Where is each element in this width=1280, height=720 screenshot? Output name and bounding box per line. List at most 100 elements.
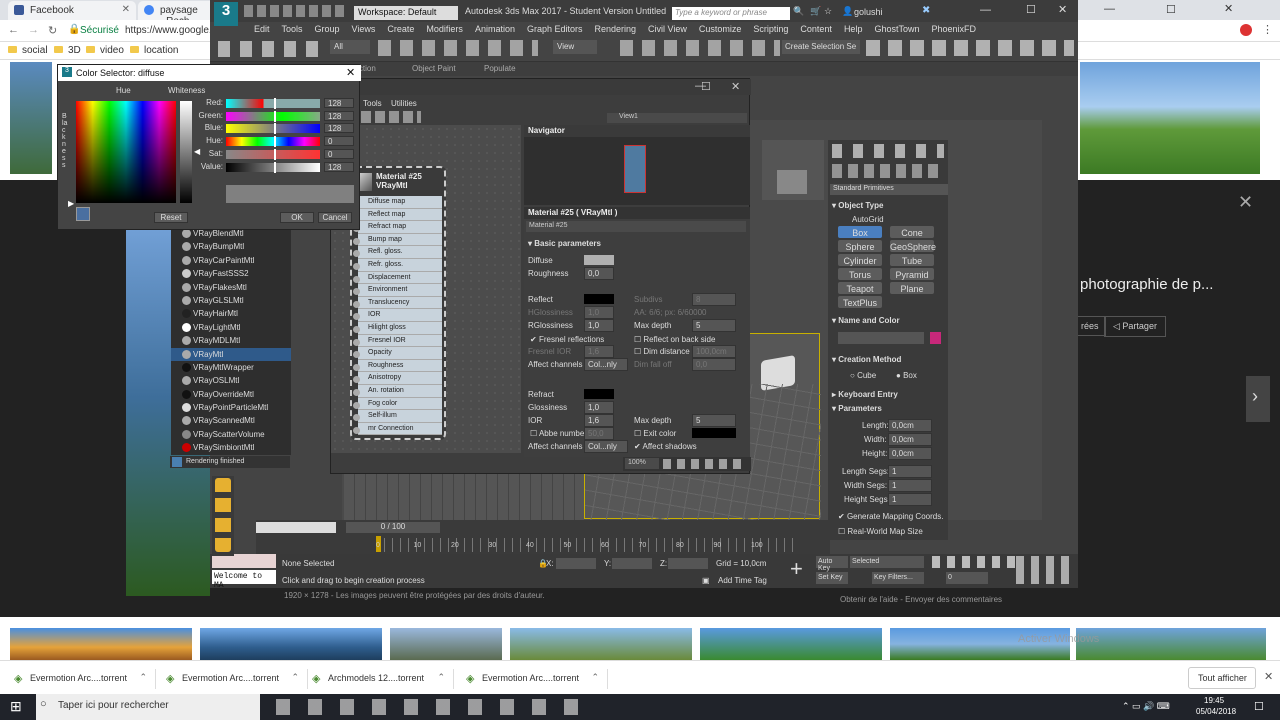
cart-icon[interactable]: 🛒 [810, 6, 821, 17]
primitive-cylinder-button[interactable]: Cylinder [838, 254, 882, 266]
bookmark-video[interactable]: video [86, 45, 124, 56]
thumbnail[interactable] [390, 628, 502, 660]
selection-set-dropdown[interactable]: Create Selection Se [782, 40, 860, 54]
node-slot[interactable]: Bump map [353, 233, 442, 247]
menu-help[interactable]: Help [838, 24, 869, 34]
menu-tools[interactable]: Tools [276, 24, 309, 34]
close-icon[interactable]: ✕ [731, 80, 740, 93]
key-filters-button[interactable]: Key Filters... [872, 572, 924, 584]
tab-facebook[interactable]: Facebook ✕ [8, 1, 136, 20]
track-bar[interactable] [376, 538, 796, 552]
menu-icon[interactable]: ⋮ [1262, 23, 1273, 36]
affect-channels-dropdown[interactable]: Col...nly [584, 358, 628, 371]
ribbon-tab-object-paint[interactable]: Object Paint [412, 64, 456, 73]
max-depth-spinner[interactable]: 5 [692, 319, 736, 332]
maximize-icon[interactable]: ☐ [701, 80, 711, 93]
snap-tool-icons[interactable] [620, 40, 780, 56]
top-viewport[interactable] [762, 140, 824, 200]
maxscript-input[interactable]: Welcome to MA [212, 570, 276, 590]
user-icon[interactable]: 👤 [842, 6, 853, 17]
material-list-item[interactable]: VRayMtlWrapper [171, 361, 291, 374]
abbe-checkbox[interactable]: ☐ Abbe number [530, 429, 587, 438]
taskbar-search[interactable]: ○ Taper ici pour rechercher [36, 694, 260, 720]
color-row-value[interactable]: 128 [324, 98, 354, 108]
reset-button[interactable]: Reset [154, 212, 188, 223]
primitive-teapot-button[interactable]: Teapot [838, 282, 882, 294]
rollout-object-type[interactable]: ▾ Object Type [832, 201, 883, 210]
create-category-icons[interactable] [832, 164, 944, 178]
download-item[interactable]: ◈ Evermotion Arc....torrent ⌃ [160, 669, 308, 689]
chevron-up-icon[interactable]: ⌃ [437, 672, 445, 683]
primitive-cone-button[interactable]: Cone [890, 226, 934, 238]
hue-blackness-picker[interactable] [76, 101, 176, 203]
width-spinner[interactable]: 0,0cm [888, 433, 932, 446]
y-coord-field[interactable] [612, 558, 652, 569]
download-item[interactable]: ◈ Archmodels 12....torrent ⌃ [306, 669, 454, 689]
color-row-handle[interactable] [274, 161, 276, 173]
image-title[interactable]: photographie de p... [1080, 276, 1213, 293]
fresnel-ior-spinner[interactable]: 1,6 [584, 345, 614, 358]
minimize-icon[interactable]: — [1104, 3, 1115, 15]
node-slot[interactable]: Reflect map [353, 208, 442, 222]
generate-mapping-checkbox[interactable]: ✔ Generate Mapping Coords. [838, 512, 943, 521]
node-slot[interactable]: Roughness [353, 359, 442, 373]
color-row-handle[interactable] [274, 148, 276, 160]
dim-distance-spinner[interactable]: 100,0cm [692, 345, 736, 358]
node-slot[interactable]: Refr. gloss. [353, 258, 442, 272]
affect-shadows-checkbox[interactable]: ✔ Affect shadows [634, 442, 697, 451]
primitive-sphere-button[interactable]: Sphere [838, 240, 882, 252]
menu-customize[interactable]: Customize [693, 24, 748, 34]
abbe-spinner[interactable]: 50,0 [584, 427, 614, 440]
material-list-item[interactable]: VRayLightMtl [171, 321, 291, 334]
primitive-textplus-button[interactable]: TextPlus [838, 296, 882, 308]
eyedropper-icon[interactable] [76, 207, 90, 221]
primitive-geosphere-button[interactable]: GeoSphere [890, 240, 936, 252]
sme-menu-utilities[interactable]: Utilities [391, 99, 417, 108]
material-list-item[interactable]: VRayFlakesMtl [171, 281, 291, 294]
color-row-slider[interactable] [226, 149, 320, 159]
color-row-value[interactable]: 128 [324, 110, 354, 121]
select-transform-icons[interactable] [378, 40, 538, 56]
dim-distance-checkbox[interactable]: ☐ Dim distance [634, 347, 690, 356]
clock-time[interactable]: 19:45 [1204, 696, 1224, 705]
dim-falloff-spinner[interactable]: 0,0 [692, 358, 736, 371]
tab-google[interactable]: paysage - Rech [138, 1, 218, 27]
chevron-up-icon[interactable]: ⌃ [591, 672, 599, 683]
rollout-name-color[interactable]: ▾ Name and Color [832, 316, 900, 325]
front-viewport[interactable] [344, 472, 584, 520]
color-row-handle[interactable] [274, 123, 276, 135]
color-row-handle[interactable] [274, 136, 276, 148]
node-slot[interactable]: Hilight gloss [353, 321, 442, 335]
ok-button[interactable]: OK [280, 212, 314, 223]
bookmark-location[interactable]: location [130, 45, 178, 56]
key-selection-dropdown[interactable]: Selected [850, 556, 924, 568]
material-list-item[interactable]: VRayHairMtl [171, 307, 291, 320]
thumbnail[interactable] [10, 62, 52, 174]
node-slot[interactable]: Translucency [353, 296, 442, 310]
menu-ghosttown[interactable]: GhostTown [868, 24, 925, 34]
roughness-spinner[interactable]: 0,0 [584, 267, 614, 280]
close-icon[interactable]: ✕ [1058, 3, 1067, 16]
menu-edit[interactable]: Edit [248, 24, 276, 34]
node-slot[interactable]: Fresnel IOR [353, 334, 442, 348]
quick-access-icons[interactable] [244, 5, 344, 17]
primitive-tube-button[interactable]: Tube [890, 254, 934, 266]
menu-animation[interactable]: Animation [469, 24, 521, 34]
material-list-item[interactable]: VRayScatterVolume [171, 428, 291, 441]
exit-color-swatch[interactable] [692, 428, 736, 438]
node-slot[interactable]: Self-illum [353, 410, 442, 423]
object-name-field[interactable] [838, 332, 924, 344]
key-mode-icon[interactable]: + [790, 556, 803, 582]
backside-checkbox[interactable]: ☐ Reflect on back side [634, 335, 715, 344]
thumbnail[interactable] [1076, 628, 1266, 660]
node-slot[interactable]: mr Connection [353, 422, 442, 436]
primitive-type-dropdown[interactable]: Standard Primitives [830, 184, 948, 195]
object-color-swatch[interactable] [930, 332, 941, 344]
max-logo-icon[interactable]: 3 [214, 2, 238, 26]
menu-graph-editors[interactable]: Graph Editors [521, 24, 589, 34]
editor-toolbar-icons[interactable] [866, 40, 1074, 56]
refr-affect-dropdown[interactable]: Col...nly [584, 440, 628, 453]
material-list-item[interactable]: VRayOverrideMtl [171, 388, 291, 401]
sme-nav-icons[interactable] [663, 459, 747, 469]
thumbnail[interactable] [10, 628, 192, 660]
